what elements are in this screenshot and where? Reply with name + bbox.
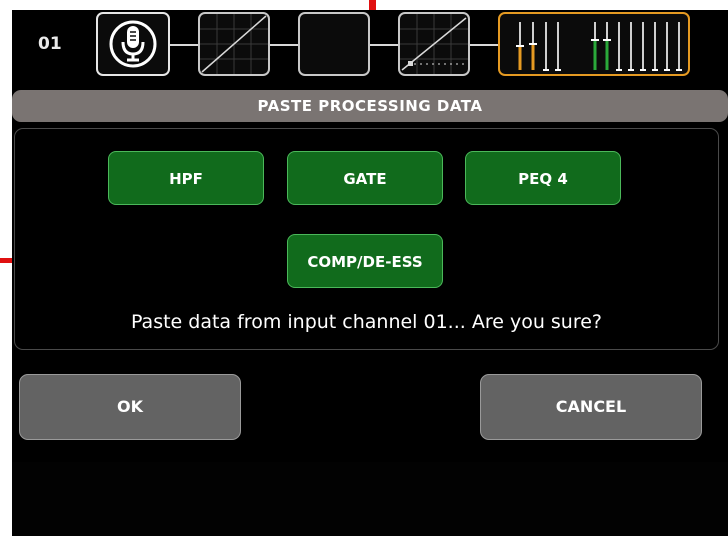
- mixer-screen: 01 PASTE PROCESSING DATA HPF GATE PEQ 4 …: [12, 10, 728, 536]
- connector-line: [170, 44, 198, 46]
- hpf-option-button[interactable]: HPF: [108, 151, 264, 205]
- dialog-title: PASTE PROCESSING DATA: [12, 90, 728, 122]
- compressor-module[interactable]: [398, 12, 470, 76]
- comp-deess-option-button[interactable]: COMP/DE-ESS: [287, 234, 443, 288]
- gate-option-button[interactable]: GATE: [287, 151, 443, 205]
- cancel-button[interactable]: CANCEL: [480, 374, 702, 440]
- hpf-module[interactable]: [198, 12, 270, 76]
- confirmation-message: Paste data from input channel 01... Are …: [130, 311, 603, 333]
- channel-number: 01: [38, 34, 62, 54]
- gate-icon: [300, 14, 368, 74]
- hpf-curve-icon: [200, 14, 268, 74]
- peq-option-button[interactable]: PEQ 4: [465, 151, 621, 205]
- gate-module[interactable]: [298, 12, 370, 76]
- left-red-marker: [0, 258, 12, 263]
- connector-line: [270, 44, 298, 46]
- compressor-curve-icon: [400, 14, 468, 74]
- bottom-area: [12, 462, 728, 536]
- paste-options-panel: HPF GATE PEQ 4 COMP/DE-ESS Paste data fr…: [14, 128, 719, 350]
- fader-module[interactable]: [498, 12, 690, 76]
- ok-button[interactable]: OK: [19, 374, 241, 440]
- fader-meter-icon: [516, 22, 682, 71]
- channel-strip: 01: [12, 10, 728, 85]
- connector-line: [370, 44, 398, 46]
- connector-line: [470, 44, 498, 46]
- microphone-icon: [109, 20, 157, 68]
- input-module[interactable]: [96, 12, 170, 76]
